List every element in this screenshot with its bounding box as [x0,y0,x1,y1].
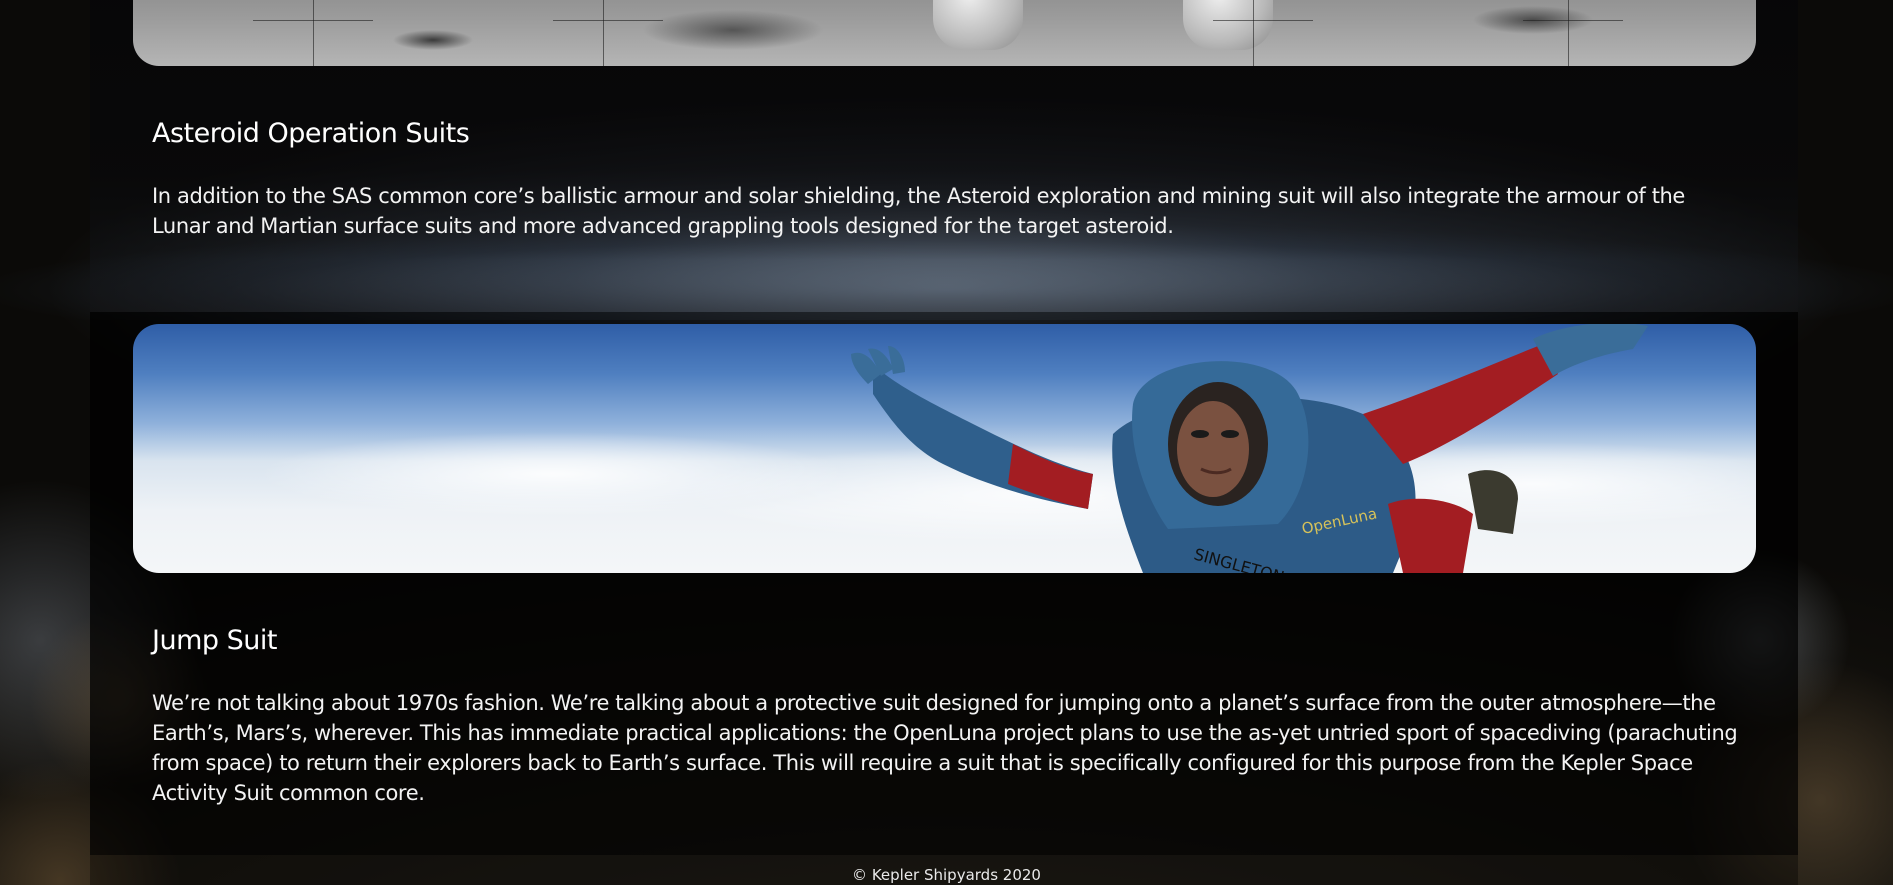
footer-copyright: © Kepler Shipyards 2020 [852,866,1041,884]
spacediver-illustration: SINGLETON OpenLuna [851,324,1648,573]
astronaut-boot-left [933,0,1023,50]
moon-surface-banner [133,0,1756,66]
jump-suit-heading: Jump Suit [152,625,277,656]
asteroid-suits-body: In addition to the SAS common core’s bal… [152,184,1685,238]
astronaut-boot-right [1183,0,1273,50]
spacediver-banner: SINGLETON OpenLuna [133,324,1756,573]
asteroid-suits-heading: Asteroid Operation Suits [152,118,470,149]
jump-suit-body: We’re not talking about 1970s fashion. W… [152,691,1738,805]
